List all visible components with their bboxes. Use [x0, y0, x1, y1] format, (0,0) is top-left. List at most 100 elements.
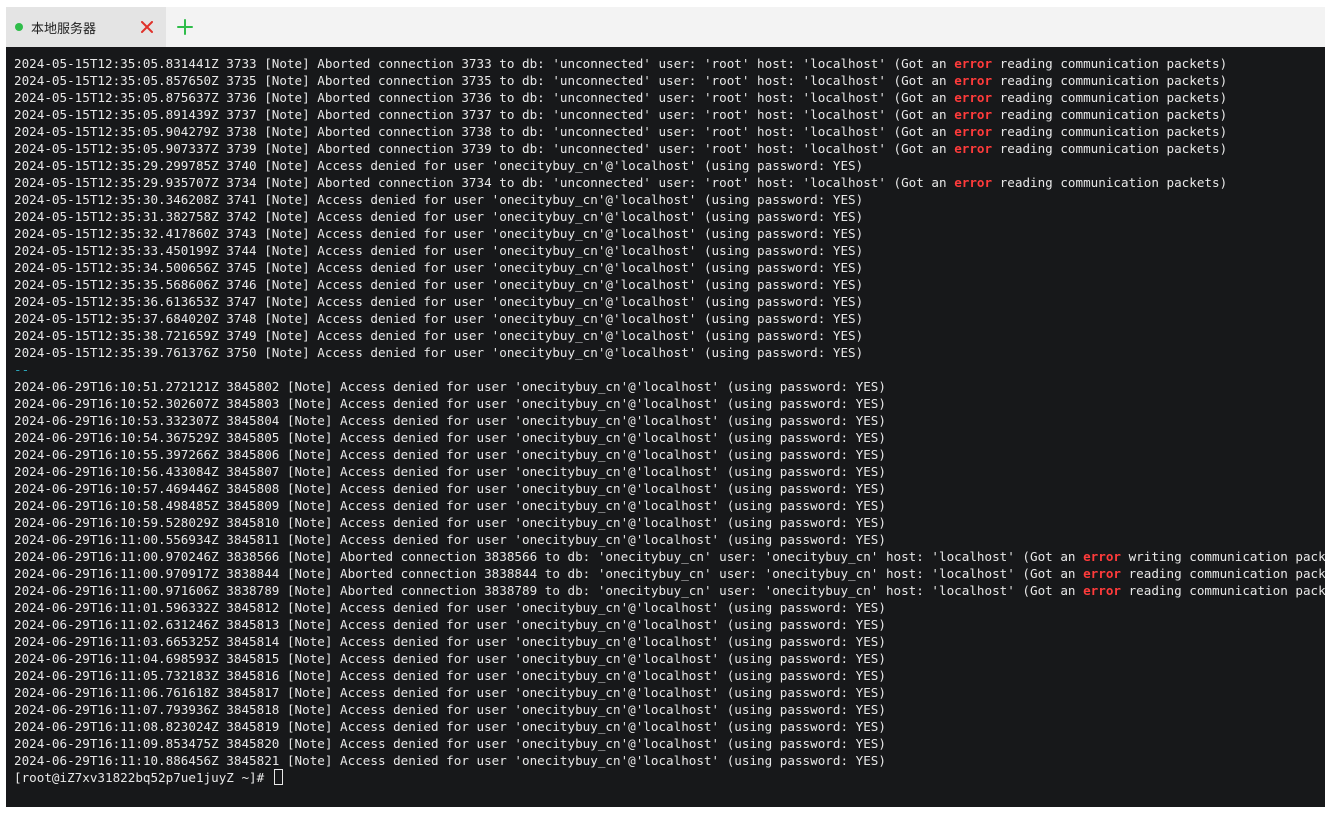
log-line: 2024-05-15T12:35:33.450199Z 3744 [Note] … — [14, 242, 1325, 259]
log-text: 2024-06-29T16:11:08.823024Z 3845819 [Not… — [14, 719, 886, 734]
log-line: 2024-06-29T16:10:59.528029Z 3845810 [Not… — [14, 514, 1325, 531]
log-line: 2024-06-29T16:11:00.970246Z 3838566 [Not… — [14, 548, 1325, 565]
log-text: reading communication packets) — [992, 175, 1228, 190]
log-text: 2024-06-29T16:11:02.631246Z 3845813 [Not… — [14, 617, 886, 632]
log-line: 2024-06-29T16:10:57.469446Z 3845808 [Not… — [14, 480, 1325, 497]
log-line: 2024-06-29T16:10:56.433084Z 3845807 [Not… — [14, 463, 1325, 480]
log-text: 2024-05-15T12:35:36.613653Z 3747 [Note] … — [14, 294, 864, 309]
close-icon[interactable] — [138, 18, 156, 36]
log-line: 2024-05-15T12:35:05.904279Z 3738 [Note] … — [14, 123, 1325, 140]
log-line: 2024-05-15T12:35:31.382758Z 3742 [Note] … — [14, 208, 1325, 225]
log-line: 2024-06-29T16:10:54.367529Z 3845805 [Not… — [14, 429, 1325, 446]
log-line: 2024-06-29T16:11:02.631246Z 3845813 [Not… — [14, 616, 1325, 633]
log-text: 2024-05-15T12:35:05.831441Z 3733 [Note] … — [14, 56, 955, 71]
log-line: 2024-05-15T12:35:29.299785Z 3740 [Note] … — [14, 157, 1325, 174]
log-text: 2024-06-29T16:11:03.665325Z 3845814 [Not… — [14, 634, 886, 649]
log-text: 2024-05-15T12:35:38.721659Z 3749 [Note] … — [14, 328, 864, 343]
log-text: 2024-06-29T16:11:00.971606Z 3838789 [Not… — [14, 583, 1084, 598]
log-text: 2024-06-29T16:11:05.732183Z 3845816 [Not… — [14, 668, 886, 683]
log-line: 2024-06-29T16:11:05.732183Z 3845816 [Not… — [14, 667, 1325, 684]
log-line: 2024-06-29T16:11:00.970917Z 3838844 [Not… — [14, 565, 1325, 582]
log-text: 2024-06-29T16:11:04.698593Z 3845815 [Not… — [14, 651, 886, 666]
log-text: 2024-06-29T16:10:57.469446Z 3845808 [Not… — [14, 481, 886, 496]
log-text: 2024-05-15T12:35:35.568606Z 3746 [Note] … — [14, 277, 864, 292]
log-text: reading communication packets) — [992, 56, 1228, 71]
log-text: 2024-05-15T12:35:29.935707Z 3734 [Note] … — [14, 175, 955, 190]
log-text: 2024-06-29T16:10:59.528029Z 3845810 [Not… — [14, 515, 886, 530]
log-line: 2024-05-15T12:35:05.875637Z 3736 [Note] … — [14, 89, 1325, 106]
log-line: 2024-06-29T16:11:03.665325Z 3845814 [Not… — [14, 633, 1325, 650]
text-cursor — [273, 769, 283, 785]
log-line: 2024-05-15T12:35:37.684020Z 3748 [Note] … — [14, 310, 1325, 327]
green-dot-icon — [15, 23, 23, 31]
log-line: 2024-06-29T16:10:53.332307Z 3845804 [Not… — [14, 412, 1325, 429]
log-text: 2024-06-29T16:10:56.433084Z 3845807 [Not… — [14, 464, 886, 479]
log-text: 2024-06-29T16:11:00.556934Z 3845811 [Not… — [14, 532, 886, 547]
log-text: reading communication packets) — [992, 141, 1228, 156]
log-line: 2024-05-15T12:35:34.500656Z 3745 [Note] … — [14, 259, 1325, 276]
separator-text: -- — [14, 362, 30, 377]
log-text: reading communication packets) — [1128, 566, 1325, 581]
log-line: 2024-05-15T12:35:30.346208Z 3741 [Note] … — [14, 191, 1325, 208]
log-text: 2024-06-29T16:10:54.367529Z 3845805 [Not… — [14, 430, 886, 445]
log-line: 2024-06-29T16:11:08.823024Z 3845819 [Not… — [14, 718, 1325, 735]
log-text: 2024-05-15T12:35:39.761376Z 3750 [Note] … — [14, 345, 864, 360]
log-line: 2024-06-29T16:10:58.498485Z 3845809 [Not… — [14, 497, 1325, 514]
log-text: 2024-06-29T16:11:09.853475Z 3845820 [Not… — [14, 736, 886, 751]
log-line: 2024-06-29T16:11:06.761618Z 3845817 [Not… — [14, 684, 1325, 701]
log-text: 2024-05-15T12:35:29.299785Z 3740 [Note] … — [14, 158, 864, 173]
log-line: 2024-06-29T16:10:51.272121Z 3845802 [Not… — [14, 378, 1325, 395]
log-line: 2024-06-29T16:11:10.886456Z 3845821 [Not… — [14, 752, 1325, 769]
log-line: 2024-06-29T16:11:00.556934Z 3845811 [Not… — [14, 531, 1325, 548]
error-keyword: error — [954, 124, 993, 139]
plus-icon[interactable] — [166, 7, 204, 47]
error-keyword: error — [954, 107, 993, 122]
log-text: 2024-05-15T12:35:34.500656Z 3745 [Note] … — [14, 260, 864, 275]
terminal-lines: 2024-05-15T12:35:05.831441Z 3733 [Note] … — [14, 55, 1325, 786]
log-text: reading communication packets) — [992, 90, 1228, 105]
tab-bar: 本地服务器 — [6, 7, 1325, 47]
log-text: 2024-06-29T16:11:10.886456Z 3845821 [Not… — [14, 753, 886, 768]
log-text: 2024-06-29T16:11:01.596332Z 3845812 [Not… — [14, 600, 886, 615]
log-text: 2024-06-29T16:10:51.272121Z 3845802 [Not… — [14, 379, 886, 394]
log-text: 2024-05-15T12:35:05.857650Z 3735 [Note] … — [14, 73, 955, 88]
error-keyword: error — [954, 175, 993, 190]
log-text: 2024-06-29T16:10:52.302607Z 3845803 [Not… — [14, 396, 886, 411]
log-line: 2024-06-29T16:11:04.698593Z 3845815 [Not… — [14, 650, 1325, 667]
log-text: 2024-05-15T12:35:31.382758Z 3742 [Note] … — [14, 209, 864, 224]
tab-local-server[interactable]: 本地服务器 — [6, 7, 166, 47]
log-line: 2024-06-29T16:11:09.853475Z 3845820 [Not… — [14, 735, 1325, 752]
prompt-line[interactable]: [root@iZ7xv31822bq52p7ue1juyZ ~]# — [14, 769, 1325, 786]
log-line: 2024-05-15T12:35:05.891439Z 3737 [Note] … — [14, 106, 1325, 123]
error-keyword: error — [954, 73, 993, 88]
log-text: 2024-06-29T16:11:00.970246Z 3838566 [Not… — [14, 549, 1084, 564]
log-line: -- — [14, 361, 1325, 378]
log-line: 2024-05-15T12:35:38.721659Z 3749 [Note] … — [14, 327, 1325, 344]
log-text: 2024-06-29T16:11:07.793936Z 3845818 [Not… — [14, 702, 886, 717]
shell-prompt: [root@iZ7xv31822bq52p7ue1juyZ ~]# — [14, 770, 272, 785]
log-line: 2024-06-29T16:10:55.397266Z 3845806 [Not… — [14, 446, 1325, 463]
log-line: 2024-05-15T12:35:05.907337Z 3739 [Note] … — [14, 140, 1325, 157]
log-line: 2024-05-15T12:35:36.613653Z 3747 [Note] … — [14, 293, 1325, 310]
log-text: writing communication packets) — [1128, 549, 1325, 564]
log-line: 2024-06-29T16:10:52.302607Z 3845803 [Not… — [14, 395, 1325, 412]
error-keyword: error — [954, 56, 993, 71]
log-text: 2024-05-15T12:35:05.891439Z 3737 [Note] … — [14, 107, 955, 122]
log-line: 2024-05-15T12:35:29.935707Z 3734 [Note] … — [14, 174, 1325, 191]
log-line: 2024-06-29T16:11:00.971606Z 3838789 [Not… — [14, 582, 1325, 599]
log-text: 2024-05-15T12:35:32.417860Z 3743 [Note] … — [14, 226, 864, 241]
log-text: 2024-05-15T12:35:33.450199Z 3744 [Note] … — [14, 243, 864, 258]
error-keyword: error — [1083, 583, 1121, 598]
log-text: 2024-05-15T12:35:37.684020Z 3748 [Note] … — [14, 311, 864, 326]
error-keyword: error — [1083, 549, 1121, 564]
log-text: reading communication packets) — [1128, 583, 1325, 598]
log-line: 2024-06-29T16:11:07.793936Z 3845818 [Not… — [14, 701, 1325, 718]
log-line: 2024-06-29T16:11:01.596332Z 3845812 [Not… — [14, 599, 1325, 616]
log-text: 2024-06-29T16:10:58.498485Z 3845809 [Not… — [14, 498, 886, 513]
log-line: 2024-05-15T12:35:35.568606Z 3746 [Note] … — [14, 276, 1325, 293]
tab-title: 本地服务器 — [31, 20, 97, 36]
terminal-output[interactable]: 2024-05-15T12:35:05.831441Z 3733 [Note] … — [6, 47, 1325, 807]
log-text: 2024-05-15T12:35:05.904279Z 3738 [Note] … — [14, 124, 955, 139]
log-text: 2024-06-29T16:11:06.761618Z 3845817 [Not… — [14, 685, 886, 700]
log-text: 2024-06-29T16:10:53.332307Z 3845804 [Not… — [14, 413, 886, 428]
